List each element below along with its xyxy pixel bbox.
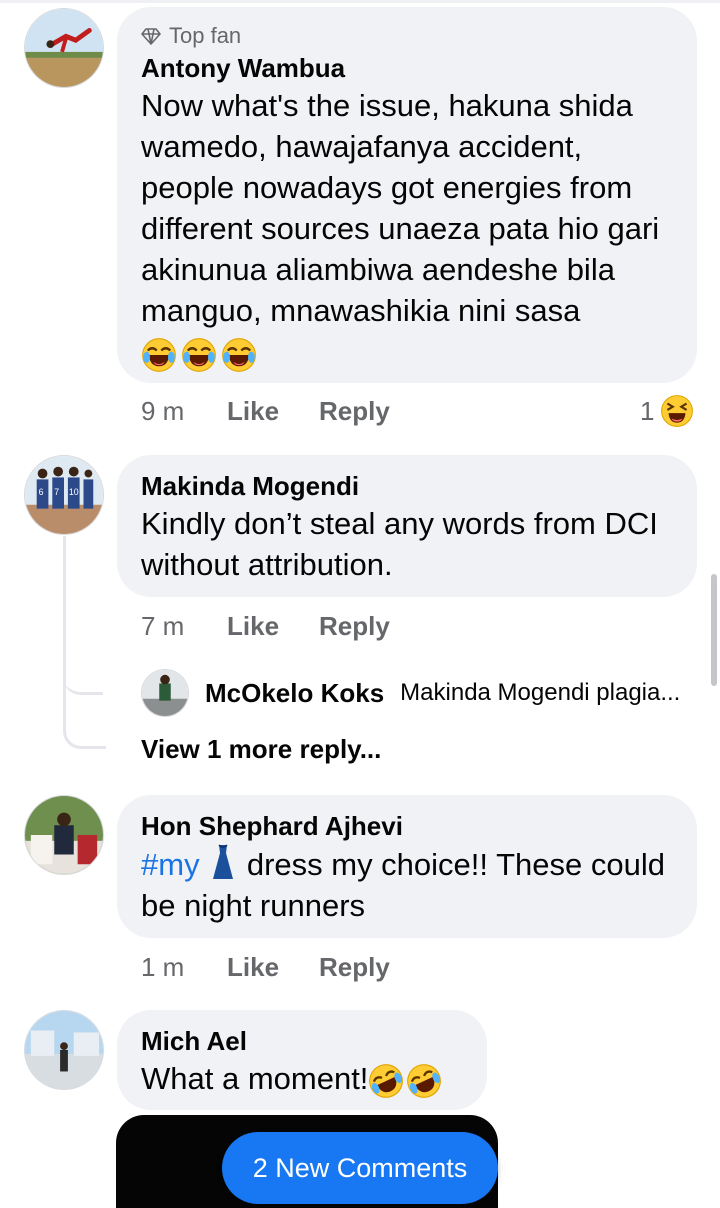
laughing-squint-icon [660, 394, 694, 428]
new-comments-button[interactable]: 2 New Comments [222, 1132, 498, 1204]
reply-button[interactable]: Reply [319, 611, 390, 642]
laughing-tears-icon [181, 337, 217, 373]
comment-time[interactable]: 1 m [141, 952, 227, 983]
reply-button[interactable]: Reply [319, 952, 390, 983]
reaction-count: 1 [640, 395, 655, 426]
badge-label: Top fan [169, 23, 242, 48]
comment-text: What a moment! [141, 1061, 369, 1096]
emoji-group [141, 337, 673, 373]
like-button[interactable]: Like [227, 611, 279, 642]
rolling-laughing-icon [406, 1063, 442, 1099]
commenter-name[interactable]: Mich Ael [141, 1024, 463, 1058]
avatar-makinda-mogendi[interactable]: 6 7 10 [24, 455, 104, 535]
commenter-name[interactable]: Makinda Mogendi [141, 469, 673, 503]
svg-text:10: 10 [69, 487, 79, 497]
hashtag-link[interactable]: #my [141, 847, 200, 882]
like-button[interactable]: Like [227, 396, 279, 427]
reaction-summary[interactable]: 1 [640, 394, 694, 428]
svg-text:7: 7 [54, 487, 59, 497]
reply-text: Makinda Mogendi plagia... [400, 679, 681, 706]
scrollbar[interactable] [711, 574, 717, 686]
laughing-tears-icon [141, 337, 177, 373]
rolling-laughing-icon [368, 1063, 404, 1099]
laughing-tears-icon [221, 337, 257, 373]
reply-button[interactable]: Reply [319, 396, 390, 427]
comment-actions: 9 m Like Reply [141, 396, 430, 427]
avatar-hon-shephard-ajhevi[interactable] [24, 795, 104, 875]
comment-actions: 7 m Like Reply [141, 611, 430, 642]
comment-text-container: What a moment! [141, 1058, 463, 1099]
top-fan-badge: Top fan [141, 21, 673, 51]
comment-text: Kindly don’t steal any words from DCI wi… [141, 506, 658, 582]
top-divider [0, 0, 720, 3]
comment-text: Now what's the issue, hakuna shida wamed… [141, 88, 660, 328]
comment-bubble: Hon Shephard Ajhevi #my dress my choice!… [117, 795, 697, 938]
commenter-name[interactable]: Antony Wambua [141, 51, 673, 85]
comment-bubble: Makinda Mogendi Kindly don’t steal any w… [117, 455, 697, 597]
comment-text-container: #my dress my choice!! These could be nig… [141, 843, 681, 926]
commenter-name[interactable]: Hon Shephard Ajhevi [141, 809, 673, 843]
avatar-mich-ael[interactable] [24, 1010, 104, 1090]
comment-bubble: Top fan Antony Wambua Now what's the iss… [117, 7, 697, 383]
comment-actions: 1 m Like Reply [141, 952, 430, 983]
avatar-antony-wambua[interactable] [24, 8, 104, 88]
dress-icon [213, 844, 234, 879]
comment-time[interactable]: 9 m [141, 396, 227, 427]
thread-connector-end [63, 686, 106, 749]
like-button[interactable]: Like [227, 952, 279, 983]
reply-author-name[interactable]: McOkelo Koks [205, 678, 384, 709]
view-more-replies-link[interactable]: View 1 more reply... [141, 734, 381, 765]
svg-text:6: 6 [39, 487, 44, 497]
comment-bubble: Mich Ael What a moment! [117, 1010, 487, 1110]
avatar-mcokelo-koks[interactable] [141, 669, 189, 717]
comment-time[interactable]: 7 m [141, 611, 227, 642]
diamond-icon [141, 28, 161, 45]
reply-preview[interactable]: McOkelo Koks Makinda Mogendi plagia... [141, 669, 680, 717]
